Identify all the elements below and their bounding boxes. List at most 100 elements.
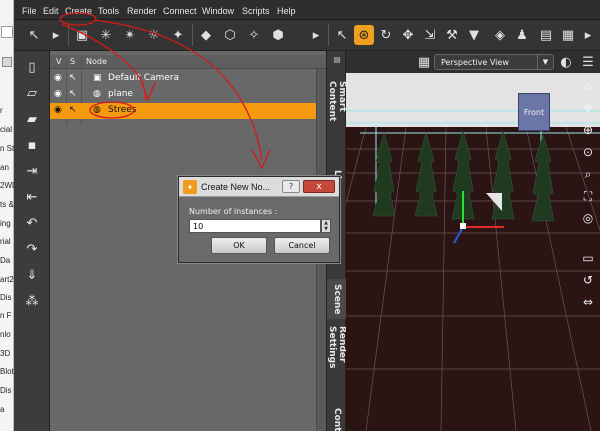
view-aim-icon[interactable]: ⛶ [578,187,598,205]
toolbar-divider [68,24,69,46]
node-label: plane [108,89,133,99]
view-camera-icon[interactable]: ▭ [578,249,598,267]
view-zoom-icon[interactable]: ⊕ [578,121,598,139]
pointer-tool-icon[interactable]: ↖ [332,25,352,45]
eye-icon[interactable]: ◉ [54,73,62,83]
camera-label: Perspective View [441,57,509,67]
save-icon[interactable]: ▪ [22,135,42,155]
toolbar-expand-icon[interactable]: ▸ [46,25,66,45]
camera-node-icon: ▣ [93,73,102,83]
view-orbit-icon[interactable]: ⌂ [578,77,598,95]
toolbar-divider [192,24,193,46]
selectable-pointer-icon[interactable]: ↖ [69,105,77,115]
cancel-button[interactable]: Cancel [274,237,330,254]
spin-down-icon[interactable]: ▼ [322,226,330,232]
help-button[interactable]: ? [282,180,300,193]
view-frame-icon[interactable]: ⌕ [578,165,598,183]
spread-icon[interactable]: ⁂ [22,291,42,311]
menu-create[interactable]: Create [65,6,92,16]
view-rotate-icon[interactable]: ↺ [578,271,598,289]
tab-scene[interactable]: Scene [327,279,347,319]
joint-tool-icon[interactable]: ⚒ [442,25,462,45]
import-icon[interactable]: ⇥ [22,161,42,181]
menu-window[interactable]: Window [202,6,234,16]
view-move-icon[interactable]: ⇔ [578,293,598,311]
spotlight-icon[interactable]: ✴ [120,25,140,45]
camera-selector[interactable]: Perspective View ▼ [434,54,554,70]
background-text: rial [0,237,11,246]
instances-input[interactable] [189,219,321,233]
background-text: Blot [0,367,14,376]
scene-node-row[interactable]: ◉ ↖ ▣ Default Camera [50,71,326,87]
column-node: Node [86,57,107,66]
drop-icon[interactable]: ⇓ [22,265,42,285]
background-text: Dis [0,293,12,302]
node-label: Strees [108,105,137,115]
translate-tool-icon[interactable]: ✥ [398,25,418,45]
view-dolly-icon[interactable]: ⊙ [578,143,598,161]
scene-node-row[interactable]: ◉ ↖ ◍ plane [50,87,326,103]
create-light-icon[interactable]: ✳ [96,25,116,45]
rotate-tool-icon[interactable]: ↻ [376,25,396,45]
tab-content[interactable]: Cont [327,408,347,431]
menu-file[interactable]: File [22,6,37,16]
merge-file-icon[interactable]: ▰ [22,109,42,129]
main-toolbar: ↖ ▸ ▣ ✳ ✴ ☼ ✦ ◆ ⬡ ✧ ⬢ ▸ ↖ ⊛ ↻ ✥ ⇲ ⚒ ▼ ◈ … [14,20,600,51]
view-pan-icon[interactable]: ✥ [578,99,598,117]
create-new-node-dialog: ✦ Create New No... ? x Number of instanc… [178,176,340,263]
column-selectable: S [70,57,76,66]
cube-primitive-icon[interactable]: ⬡ [220,25,240,45]
background-text: a [0,405,5,414]
menubar: File Edit Create Tools Render Connect Wi… [14,0,600,20]
instances-spinner[interactable]: ▲ ▼ [321,219,331,233]
ok-button[interactable]: OK [211,237,267,254]
new-primitive-icon[interactable]: ◆ [196,25,216,45]
group-icon[interactable]: ⬢ [268,25,288,45]
point-light-icon[interactable]: ☼ [144,25,164,45]
close-button[interactable]: x [303,180,335,193]
background-text: art2 [0,275,14,284]
viewport-options-icon[interactable]: ▦ [414,52,434,72]
figure-tool-icon[interactable]: ♟ [512,25,532,45]
open-file-icon[interactable]: ▱ [22,83,42,103]
selectable-pointer-icon[interactable]: ↖ [69,73,77,83]
background-text: n St [0,144,14,153]
viewport-3d[interactable]: Front ▦ Perspective View ▼ ◐ ☰ ⌂ ✥ ⊕ ⊙ ⌕… [346,51,600,431]
scene-tool-icon[interactable]: ▦ [558,25,578,45]
tab-render-settings[interactable]: Render Settings [327,326,347,401]
view-cube[interactable]: Front [518,93,550,131]
undo-icon[interactable]: ↶ [22,213,42,233]
draw-style-icon[interactable]: ◐ [556,52,576,72]
scale-tool-icon[interactable]: ⇲ [420,25,440,45]
selectable-pointer-icon[interactable]: ↖ [69,89,77,99]
surface-tool-icon[interactable]: ▼ [464,25,484,45]
menu-scripts[interactable]: Scripts [242,6,270,16]
universal-tool-icon[interactable]: ⊛ [354,25,374,45]
viewport-menu-icon[interactable]: ☰ [578,52,598,72]
background-text: Da [0,256,11,265]
redo-icon[interactable]: ↷ [22,239,42,259]
distant-light-icon[interactable]: ✦ [168,25,188,45]
new-file-icon[interactable]: ▯ [22,57,42,77]
help-pointer-icon[interactable]: ↖ [24,25,44,45]
geometry-tool-icon[interactable]: ◈ [490,25,510,45]
scene-node-row-selected[interactable]: ◉ ↖ ◍ Strees [50,103,326,119]
edit-tool-icon[interactable]: ▤ [536,25,556,45]
export-icon[interactable]: ⇤ [22,187,42,207]
menu-render[interactable]: Render [127,6,157,16]
eye-icon[interactable]: ◉ [54,89,62,99]
chevron-down-icon[interactable]: ▼ [537,55,553,69]
eye-icon[interactable]: ◉ [54,105,62,115]
create-camera-icon[interactable]: ▣ [72,25,92,45]
instance-icon[interactable]: ✧ [244,25,264,45]
menu-connect[interactable]: Connect [163,6,197,16]
tab-smart-content[interactable]: Smart Content [327,81,347,151]
menu-edit[interactable]: Edit [43,6,59,16]
toolbar-expand-icon[interactable]: ▸ [306,25,326,45]
menu-tools[interactable]: Tools [98,6,119,16]
menu-help[interactable]: Help [277,6,296,16]
toolbar-expand-icon[interactable]: ▸ [578,25,598,45]
dialog-title-bar[interactable]: ✦ Create New No... ? x [179,177,339,197]
tab-collapse-icon[interactable]: ▤ [327,55,347,65]
view-reset-icon[interactable]: ◎ [578,209,598,227]
